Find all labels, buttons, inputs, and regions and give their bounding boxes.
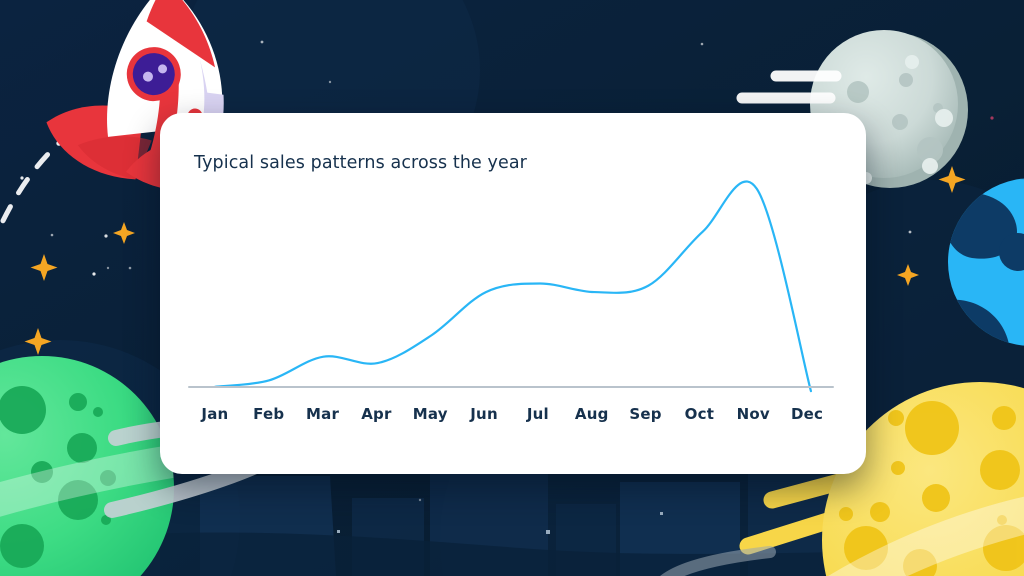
screenshot-root: Typical sales patterns across the year J… <box>0 0 1024 576</box>
x-label-apr: Apr <box>361 405 392 423</box>
chart-card: Typical sales patterns across the year J… <box>160 113 866 474</box>
x-label-mar: Mar <box>306 405 340 423</box>
x-label-jun: Jun <box>470 405 498 423</box>
x-label-feb: Feb <box>253 405 285 423</box>
x-axis-labels: Jan Feb Mar Apr May Jun Jul Aug Sep Oct … <box>188 401 834 427</box>
page-title: Typical sales patterns across the year <box>194 153 527 173</box>
chart-plot-area <box>188 175 838 407</box>
sales-line-chart <box>188 175 838 407</box>
x-axis-line <box>188 386 834 388</box>
series-line <box>215 181 811 391</box>
x-label-aug: Aug <box>574 405 609 423</box>
x-label-oct: Oct <box>684 405 715 423</box>
x-label-nov: Nov <box>736 405 770 423</box>
x-label-jan: Jan <box>201 405 229 423</box>
x-label-jul: Jul <box>526 405 549 423</box>
x-label-dec: Dec <box>790 405 824 423</box>
x-label-sep: Sep <box>629 405 662 423</box>
x-label-may: May <box>412 405 448 423</box>
